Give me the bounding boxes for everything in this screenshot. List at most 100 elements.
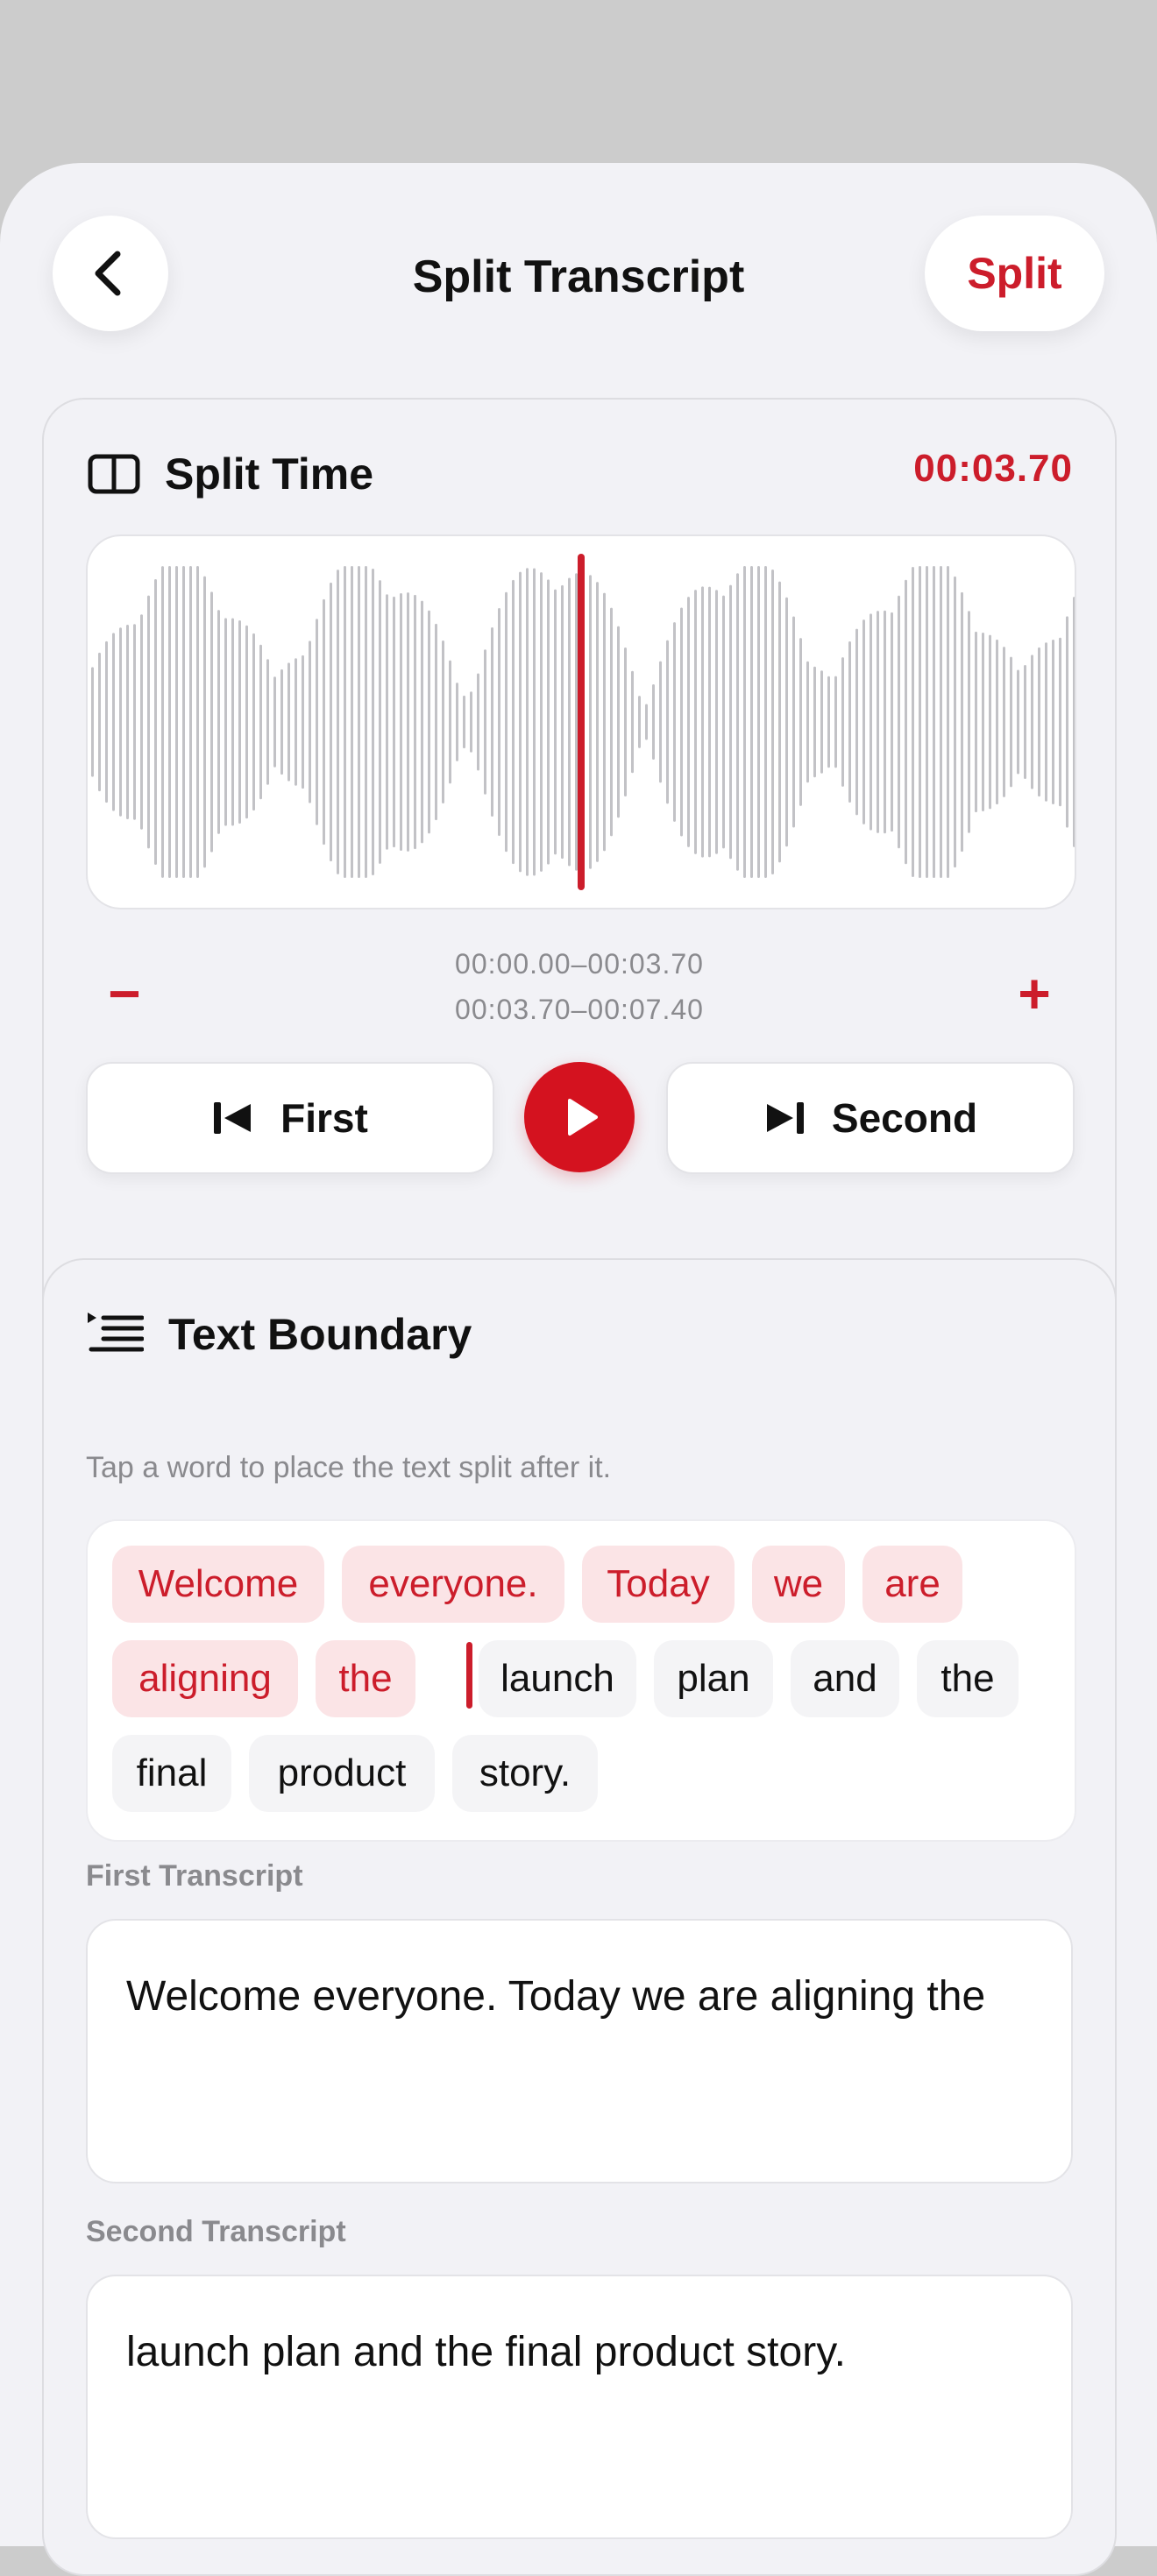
- waveform-bar: [778, 581, 781, 863]
- waveform-bar: [694, 590, 697, 854]
- text-boundary-card: Text Boundary Tap a word to place the te…: [42, 1258, 1117, 2576]
- waveform-bar: [196, 566, 199, 878]
- second-range: 00:03.70–00:07.40: [455, 994, 704, 1025]
- waveform-bar: [540, 572, 543, 872]
- split-button[interactable]: Split: [925, 216, 1104, 331]
- word-chip[interactable]: the: [316, 1640, 415, 1717]
- waveform-bar: [554, 589, 557, 855]
- waveform-bar: [477, 673, 479, 771]
- word-chip[interactable]: Today: [582, 1546, 735, 1623]
- waveform-bar: [470, 691, 472, 753]
- waveform-bar: [596, 582, 599, 862]
- waveform-bar: [238, 620, 241, 824]
- word-chip[interactable]: and: [791, 1640, 899, 1717]
- waveform-bar: [834, 676, 837, 768]
- waveform-bar: [323, 598, 325, 846]
- waveform-bar: [126, 625, 129, 819]
- waveform-bar: [435, 623, 437, 821]
- waveform-bar: [393, 596, 395, 848]
- first-range: 00:00.00–00:03.70: [455, 948, 704, 980]
- waveform-bar: [771, 570, 774, 874]
- zoom-in-button[interactable]: +: [999, 959, 1069, 1029]
- split-time-header: Split Time: [88, 443, 373, 505]
- waveform-bar: [799, 638, 802, 806]
- waveform-bar: [919, 566, 921, 878]
- waveform-bar: [203, 576, 206, 868]
- waveform-bar: [673, 622, 676, 822]
- waveform-bar: [1017, 669, 1019, 775]
- waveform-bar: [1031, 655, 1033, 789]
- waveform-bar: [358, 566, 360, 878]
- waveform-bar: [231, 618, 234, 826]
- first-transcript-field[interactable]: Welcome everyone. Today we are aligning …: [86, 1919, 1073, 2183]
- waveform-bar: [1073, 597, 1075, 847]
- waveform-bar: [792, 616, 795, 828]
- waveform-bar: [743, 566, 746, 878]
- waveform-bar: [1066, 616, 1068, 828]
- waveform-bar: [119, 627, 122, 817]
- waveform-bar: [273, 676, 276, 768]
- waveform-bar: [309, 640, 311, 803]
- waveform-bar: [365, 566, 367, 878]
- word-chip[interactable]: Welcome: [112, 1546, 324, 1623]
- split-columns-icon: [88, 454, 140, 494]
- waveform-bar: [989, 634, 991, 810]
- waveform-bar: [968, 611, 970, 833]
- text-boundary-label: Text Boundary: [168, 1310, 472, 1359]
- waveform-bar: [175, 566, 178, 878]
- waveform: [91, 554, 1075, 890]
- waveform-bar: [379, 580, 381, 864]
- waveform-bar: [372, 569, 374, 875]
- waveform-bar: [898, 595, 900, 849]
- waveform-scrubber[interactable]: [86, 534, 1076, 909]
- text-boundary-header: Text Boundary: [88, 1304, 472, 1365]
- waveform-bar: [1038, 647, 1040, 797]
- waveform-bar: [224, 618, 227, 826]
- waveform-bar: [687, 597, 690, 847]
- list-indent-icon: [88, 1313, 144, 1352]
- waveform-bar: [351, 566, 353, 878]
- waveform-bar: [680, 607, 683, 837]
- play-second-button[interactable]: Second: [666, 1062, 1075, 1174]
- waveform-bar: [414, 594, 416, 850]
- waveform-bar: [750, 566, 753, 878]
- word-chip[interactable]: the: [917, 1640, 1019, 1717]
- second-transcript-field[interactable]: launch plan and the final product story.: [86, 2275, 1073, 2539]
- waveform-bar: [91, 667, 94, 777]
- word-chip[interactable]: everyone.: [342, 1546, 564, 1623]
- waveform-bar: [764, 566, 767, 878]
- waveform-bar: [982, 632, 984, 812]
- second-transcript-label: Second Transcript: [86, 2215, 346, 2248]
- waveform-bar: [912, 567, 914, 877]
- waveform-bar: [561, 584, 564, 860]
- waveform-bar: [498, 607, 500, 837]
- text-boundary-hint: Tap a word to place the text split after…: [86, 1451, 612, 1484]
- waveform-bar: [449, 660, 451, 784]
- waveform-bar: [827, 676, 830, 768]
- waveform-bar: [1024, 665, 1026, 779]
- waveform-bar: [217, 610, 220, 834]
- waveform-bar: [512, 579, 515, 865]
- word-chip[interactable]: final: [112, 1735, 231, 1812]
- waveform-bar: [344, 566, 346, 878]
- waveform-bar: [1052, 640, 1054, 804]
- waveform-bar: [266, 659, 269, 785]
- waveform-bar: [519, 571, 522, 873]
- waveform-bar: [722, 595, 725, 849]
- play-first-button[interactable]: First: [86, 1062, 494, 1174]
- word-chip[interactable]: are: [862, 1546, 962, 1623]
- word-chip[interactable]: we: [752, 1546, 845, 1623]
- waveform-bar: [147, 595, 150, 849]
- waveform-bar: [947, 566, 949, 878]
- word-chip[interactable]: story.: [452, 1735, 598, 1812]
- waveform-bar: [862, 619, 865, 824]
- word-chip[interactable]: aligning: [112, 1640, 298, 1717]
- word-chip[interactable]: launch: [479, 1640, 636, 1717]
- word-chip[interactable]: product: [249, 1735, 435, 1812]
- play-button[interactable]: [524, 1062, 635, 1172]
- waveform-bar: [905, 579, 907, 865]
- word-chip[interactable]: plan: [654, 1640, 773, 1717]
- waveform-bar: [112, 633, 115, 811]
- waveform-bar: [940, 566, 942, 878]
- waveform-bar: [456, 683, 458, 761]
